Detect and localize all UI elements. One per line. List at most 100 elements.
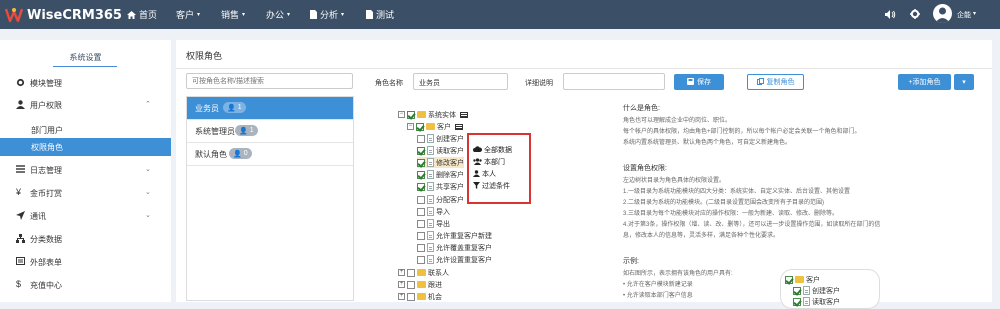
role-search-input[interactable] bbox=[186, 73, 353, 89]
sidebar-item-roles[interactable]: 权限角色 bbox=[0, 138, 171, 156]
scope-option-department[interactable]: 本部门 bbox=[473, 157, 505, 167]
nav-test-label: 测试 bbox=[376, 10, 395, 20]
caret-down-icon: ▾ bbox=[197, 12, 201, 18]
tree-node[interactable]: 导入 bbox=[417, 206, 450, 217]
tree-checkbox[interactable] bbox=[417, 219, 425, 228]
person-icon: 👤 bbox=[239, 127, 248, 135]
doc-icon bbox=[427, 207, 434, 216]
preview-label: 创建客户 bbox=[812, 287, 840, 295]
tree-node[interactable]: 共享客户 bbox=[417, 181, 464, 192]
tree-node[interactable]: − 客户 bbox=[407, 121, 463, 132]
save-button-label: 保存 bbox=[697, 79, 711, 86]
tree-label: 共享客户 bbox=[436, 183, 464, 191]
nav-customer[interactable]: 客户 ▾ bbox=[176, 0, 200, 29]
sidebar-item-logs[interactable]: 日志管理 ⌄ bbox=[0, 161, 171, 179]
tree-node[interactable]: + 联系人 bbox=[398, 267, 449, 278]
add-role-dropdown[interactable]: ▾ bbox=[954, 74, 974, 90]
tree-node[interactable]: + 跟进 bbox=[398, 279, 442, 290]
sidebar-item-label: 模块管理 bbox=[30, 79, 62, 88]
tree-checkbox[interactable] bbox=[407, 292, 415, 301]
tree-expander[interactable]: + bbox=[398, 269, 405, 276]
tree-node[interactable]: 删除客户 bbox=[417, 169, 464, 180]
person-icon: 👤 bbox=[227, 104, 236, 112]
sidebar-item-modules[interactable]: 模块管理 bbox=[0, 74, 171, 92]
tree-expander[interactable]: + bbox=[398, 293, 405, 300]
tree-expander[interactable]: − bbox=[398, 111, 405, 118]
detail-label: 详细说明 bbox=[525, 80, 553, 87]
caret-down-icon: ▾ bbox=[287, 12, 291, 18]
tree-checkbox[interactable] bbox=[417, 182, 425, 191]
role-user-count: 1 bbox=[249, 127, 254, 134]
tree-label: 删除客户 bbox=[436, 171, 464, 179]
tree-node[interactable]: 允许重复客户新建 bbox=[417, 230, 492, 241]
sidebar-item-external-forms[interactable]: 外部表单 bbox=[0, 253, 171, 271]
tree-checkbox[interactable] bbox=[417, 255, 425, 264]
tree-expander[interactable]: − bbox=[407, 123, 414, 130]
sidebar-title: 系统设置 bbox=[69, 53, 102, 62]
tree-node[interactable]: 分配客户 bbox=[417, 194, 464, 205]
tree-expander[interactable]: + bbox=[398, 281, 405, 288]
scope-option-label: 全部数据 bbox=[484, 147, 512, 154]
sidebar-item-user-permissions[interactable]: 用户权限 ⌃ bbox=[0, 96, 171, 114]
tree-checkbox[interactable] bbox=[407, 280, 415, 289]
help-line: 4.对于第3条，操作权限（增、读、改、删等），还可以进一步设置操作范围，如读取所… bbox=[623, 222, 881, 228]
tree-checkbox[interactable] bbox=[417, 170, 425, 179]
sidebar-item-dept-users[interactable]: 部门用户 bbox=[0, 121, 171, 139]
tree-node[interactable]: 允许设置重复客户 bbox=[417, 254, 492, 265]
tree-node[interactable]: 创建客户 bbox=[417, 133, 464, 144]
help-line: 左边树状目录为角色具体的权限设置。 bbox=[623, 178, 726, 184]
save-button[interactable]: 保存 bbox=[674, 74, 724, 90]
tree-node-hover[interactable]: 修改客户 bbox=[417, 157, 464, 168]
tree-label: 读取客户 bbox=[436, 147, 464, 155]
dollar-icon: $ bbox=[16, 279, 22, 289]
tree-checkbox[interactable] bbox=[407, 268, 415, 277]
example-tree-preview: 客户 创建客户 读取客户 bbox=[780, 269, 880, 309]
scope-option-all[interactable]: 全部数据 bbox=[473, 145, 512, 155]
role-item[interactable]: 系统管理员 👤 1 bbox=[187, 120, 353, 143]
user-menu[interactable]: 企能 ▾ bbox=[957, 10, 976, 20]
tree-checkbox[interactable] bbox=[417, 134, 425, 143]
detail-input[interactable] bbox=[563, 73, 665, 90]
brand-logo[interactable]: WiseCRM365 bbox=[4, 5, 122, 25]
sidebar-item-category-data[interactable]: 分类数据 bbox=[0, 230, 171, 248]
title-divider bbox=[176, 68, 992, 69]
scope-option-self[interactable]: 本人 bbox=[473, 169, 496, 179]
copy-role-button[interactable]: 复制角色 bbox=[747, 74, 804, 90]
doc-icon bbox=[803, 286, 810, 295]
tree-checkbox[interactable] bbox=[417, 158, 425, 167]
sidebar-item-gold-reward[interactable]: ¥ 金币打赏 ⌄ bbox=[0, 184, 171, 202]
tree-checkbox[interactable] bbox=[407, 110, 415, 119]
nav-analysis[interactable]: 分析 ▾ bbox=[310, 0, 344, 29]
sidebar-item-messaging[interactable]: 通讯 ⌄ bbox=[0, 207, 171, 225]
nav-test[interactable]: 测试 bbox=[366, 0, 394, 29]
gear-icon[interactable] bbox=[910, 9, 920, 19]
tree-checkbox[interactable] bbox=[417, 231, 425, 240]
tree-node[interactable]: − 系统实体 bbox=[398, 109, 468, 120]
role-item[interactable]: 业务员 👤 1 bbox=[187, 97, 353, 120]
nav-analysis-label: 分析 bbox=[320, 10, 339, 20]
nav-office[interactable]: 办公 ▾ bbox=[266, 0, 290, 29]
tree-checkbox[interactable] bbox=[417, 195, 425, 204]
tree-node[interactable]: 导出 bbox=[417, 218, 450, 229]
avatar[interactable] bbox=[933, 4, 952, 23]
tree-checkbox[interactable] bbox=[417, 146, 425, 155]
help-line: 3.三级目录为每个功能模块对应的操作权限：一般为新建、读取、修改、删除等。 bbox=[623, 211, 839, 217]
tree-checkbox[interactable] bbox=[417, 243, 425, 252]
tree-node[interactable]: + 机会 bbox=[398, 291, 442, 302]
volume-icon[interactable] bbox=[885, 10, 896, 19]
tree-label: 系统实体 bbox=[428, 111, 456, 119]
tree-checkbox[interactable] bbox=[417, 207, 425, 216]
tree-checkbox[interactable] bbox=[416, 122, 424, 131]
add-role-button[interactable]: +添加角色 bbox=[898, 74, 951, 90]
nav-home[interactable]: 首页 bbox=[127, 0, 157, 29]
checkbox-icon bbox=[793, 286, 801, 295]
tree-node[interactable]: 允许覆盖重复客户 bbox=[417, 242, 492, 253]
tree-node[interactable]: 读取客户 bbox=[417, 145, 464, 156]
role-name-input[interactable]: 业务员 bbox=[413, 73, 508, 90]
role-item[interactable]: 默认角色 👤 0 bbox=[187, 143, 353, 166]
sidebar-item-recharge[interactable]: $ 充值中心 bbox=[0, 276, 171, 294]
scope-option-filter[interactable]: 过滤条件 bbox=[473, 181, 510, 191]
nav-sales[interactable]: 销售 ▾ bbox=[221, 0, 245, 29]
role-name: 默认角色 bbox=[195, 150, 227, 159]
tree-label: 客户 bbox=[437, 123, 451, 131]
